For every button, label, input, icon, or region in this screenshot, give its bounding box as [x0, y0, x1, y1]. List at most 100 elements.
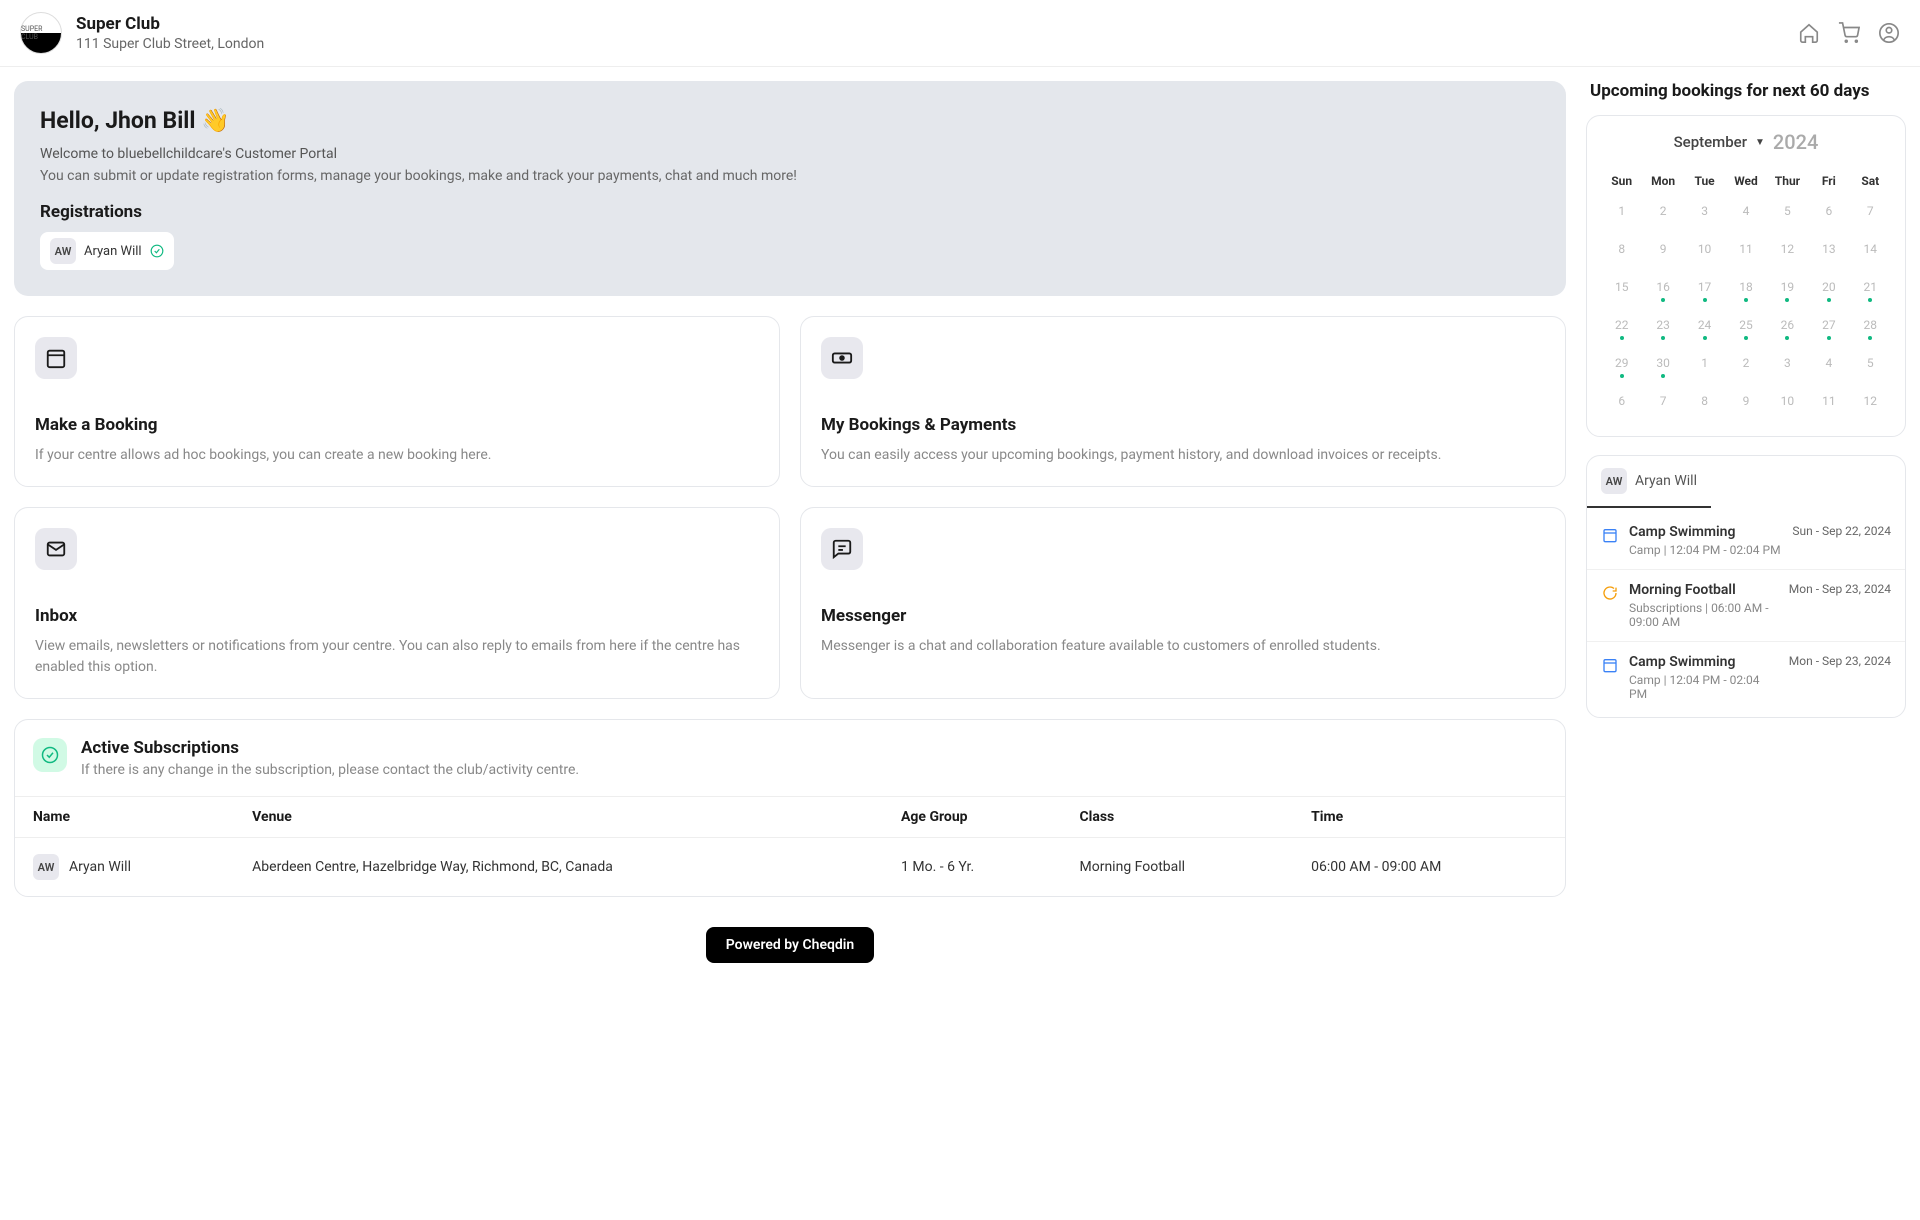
calendar-day[interactable]: 5 — [1767, 194, 1808, 232]
calendar-day[interactable]: 6 — [1601, 384, 1642, 422]
col-time: Time — [1293, 797, 1565, 838]
calendar-day[interactable]: 11 — [1808, 384, 1849, 422]
table-row: AW Aryan Will Aberdeen Centre, Hazelbrid… — [15, 838, 1565, 897]
avatar: AW — [33, 854, 59, 880]
calendar-day[interactable]: 15 — [1601, 270, 1642, 308]
calendar-day[interactable]: 22 — [1601, 308, 1642, 346]
calendar-day[interactable]: 12 — [1767, 232, 1808, 270]
booking-title: Camp Swimming — [1629, 524, 1782, 540]
card-desc: View emails, newsletters or notification… — [35, 636, 759, 678]
row-name: Aryan Will — [69, 859, 131, 875]
calendar-day[interactable]: 19 — [1767, 270, 1808, 308]
calendar-day[interactable]: 9 — [1642, 232, 1683, 270]
user-icon[interactable] — [1878, 22, 1900, 44]
upcoming-title: Upcoming bookings for next 60 days — [1586, 81, 1906, 101]
calendar-day[interactable]: 9 — [1725, 384, 1766, 422]
check-circle-icon — [33, 738, 67, 772]
calendar-day[interactable]: 6 — [1808, 194, 1849, 232]
booking-date: Sun - Sep 22, 2024 — [1792, 524, 1891, 538]
card-desc: If your centre allows ad hoc bookings, y… — [35, 445, 759, 466]
registrations-title: Registrations — [40, 202, 1540, 222]
avatar: AW — [1601, 468, 1627, 494]
home-icon[interactable] — [1798, 22, 1820, 44]
calendar-day[interactable]: 1 — [1601, 194, 1642, 232]
calendar-day[interactable]: 3 — [1684, 194, 1725, 232]
app-header: SUPER CLUB Super Club 111 Super Club Str… — [0, 0, 1920, 67]
check-icon — [150, 244, 164, 258]
hero-panel: Hello, Jhon Bill 👋 Welcome to bluebellch… — [14, 81, 1566, 296]
payment-icon — [821, 337, 863, 379]
card-make-booking[interactable]: Make a Booking If your centre allows ad … — [14, 316, 780, 487]
card-desc: You can easily access your upcoming book… — [821, 445, 1545, 466]
org-name: Super Club — [76, 14, 1798, 34]
calendar-day[interactable]: 20 — [1808, 270, 1849, 308]
powered-by-badge[interactable]: Powered by Cheqdin — [706, 927, 874, 963]
calendar-day[interactable]: 1 — [1684, 346, 1725, 384]
booking-type-icon — [1601, 584, 1619, 602]
booking-item[interactable]: Morning FootballSubscriptions | 06:00 AM… — [1587, 569, 1905, 641]
calendar-day[interactable]: 13 — [1808, 232, 1849, 270]
calendar-day[interactable]: 12 — [1850, 384, 1891, 422]
bookings-card: AW Aryan Will Camp SwimmingCamp | 12:04 … — [1586, 455, 1906, 718]
row-venue: Aberdeen Centre, Hazelbridge Way, Richmo… — [234, 838, 883, 897]
calendar-day[interactable]: 16 — [1642, 270, 1683, 308]
booking-meta: Camp | 12:04 PM - 02:04 PM — [1629, 673, 1779, 701]
calendar-dayhead: Sun — [1601, 168, 1642, 194]
calendar-day[interactable]: 2 — [1642, 194, 1683, 232]
booking-type-icon — [1601, 656, 1619, 674]
calendar-day[interactable]: 14 — [1850, 232, 1891, 270]
powered-by-container: Powered by Cheqdin — [14, 927, 1566, 963]
calendar-day[interactable]: 28 — [1850, 308, 1891, 346]
calendar-day[interactable]: 18 — [1725, 270, 1766, 308]
avatar: AW — [50, 238, 76, 264]
subscriptions-table: Name Venue Age Group Class Time AW Aryan… — [15, 796, 1565, 896]
card-messenger[interactable]: Messenger Messenger is a chat and collab… — [800, 507, 1566, 699]
calendar-day[interactable]: 10 — [1684, 232, 1725, 270]
row-time: 06:00 AM - 09:00 AM — [1293, 838, 1565, 897]
cart-icon[interactable] — [1838, 22, 1860, 44]
booking-date: Mon - Sep 23, 2024 — [1789, 582, 1891, 596]
booking-item[interactable]: Camp SwimmingCamp | 12:04 PM - 02:04 PMM… — [1587, 641, 1905, 713]
booking-list: Camp Swimming Camp | 12:04 PM - 02:04 PM S… — [1587, 508, 1905, 717]
card-title: Messenger — [821, 606, 1545, 626]
booking-title: Morning Football — [1629, 582, 1779, 598]
calendar-day[interactable]: 30 — [1642, 346, 1683, 384]
header-icon-group — [1798, 22, 1900, 44]
registration-chip[interactable]: AW Aryan Will — [40, 232, 174, 270]
calendar-day[interactable]: 5 — [1850, 346, 1891, 384]
booking-tab-name: Aryan Will — [1635, 473, 1697, 489]
calendar-dayhead: Mon — [1642, 168, 1683, 194]
booking-item[interactable]: Camp SwimmingCamp | 12:04 PM - 02:04 PMS… — [1587, 512, 1905, 569]
calendar-header[interactable]: September ▼ 2024 — [1601, 130, 1891, 154]
calendar-day[interactable]: 21 — [1850, 270, 1891, 308]
calendar-day[interactable]: 7 — [1642, 384, 1683, 422]
calendar-widget: September ▼ 2024 SunMonTueWedThurFriSat1… — [1586, 115, 1906, 437]
calendar-day[interactable]: 26 — [1767, 308, 1808, 346]
col-class: Class — [1062, 797, 1294, 838]
card-my-bookings[interactable]: My Bookings & Payments You can easily ac… — [800, 316, 1566, 487]
subscriptions-panel: Active Subscriptions If there is any cha… — [14, 719, 1566, 897]
calendar-day[interactable]: 17 — [1684, 270, 1725, 308]
calendar-year: 2024 — [1773, 130, 1818, 154]
row-class: Morning Football — [1062, 838, 1294, 897]
message-icon — [821, 528, 863, 570]
calendar-day[interactable]: 23 — [1642, 308, 1683, 346]
calendar-day[interactable]: 7 — [1850, 194, 1891, 232]
calendar-day[interactable]: 27 — [1808, 308, 1849, 346]
calendar-day[interactable]: 2 — [1725, 346, 1766, 384]
calendar-day[interactable]: 3 — [1767, 346, 1808, 384]
org-info: Super Club 111 Super Club Street, London — [76, 14, 1798, 52]
calendar-day[interactable]: 24 — [1684, 308, 1725, 346]
calendar-day[interactable]: 11 — [1725, 232, 1766, 270]
calendar-day[interactable]: 10 — [1767, 384, 1808, 422]
calendar-day[interactable]: 4 — [1808, 346, 1849, 384]
card-inbox[interactable]: Inbox View emails, newsletters or notifi… — [14, 507, 780, 699]
booking-tab[interactable]: AW Aryan Will — [1587, 456, 1711, 508]
calendar-day[interactable]: 29 — [1601, 346, 1642, 384]
calendar-day[interactable]: 8 — [1601, 232, 1642, 270]
calendar-day[interactable]: 25 — [1725, 308, 1766, 346]
card-desc: Messenger is a chat and collaboration fe… — [821, 636, 1545, 657]
booking-type-icon — [1601, 526, 1619, 544]
calendar-day[interactable]: 4 — [1725, 194, 1766, 232]
calendar-day[interactable]: 8 — [1684, 384, 1725, 422]
